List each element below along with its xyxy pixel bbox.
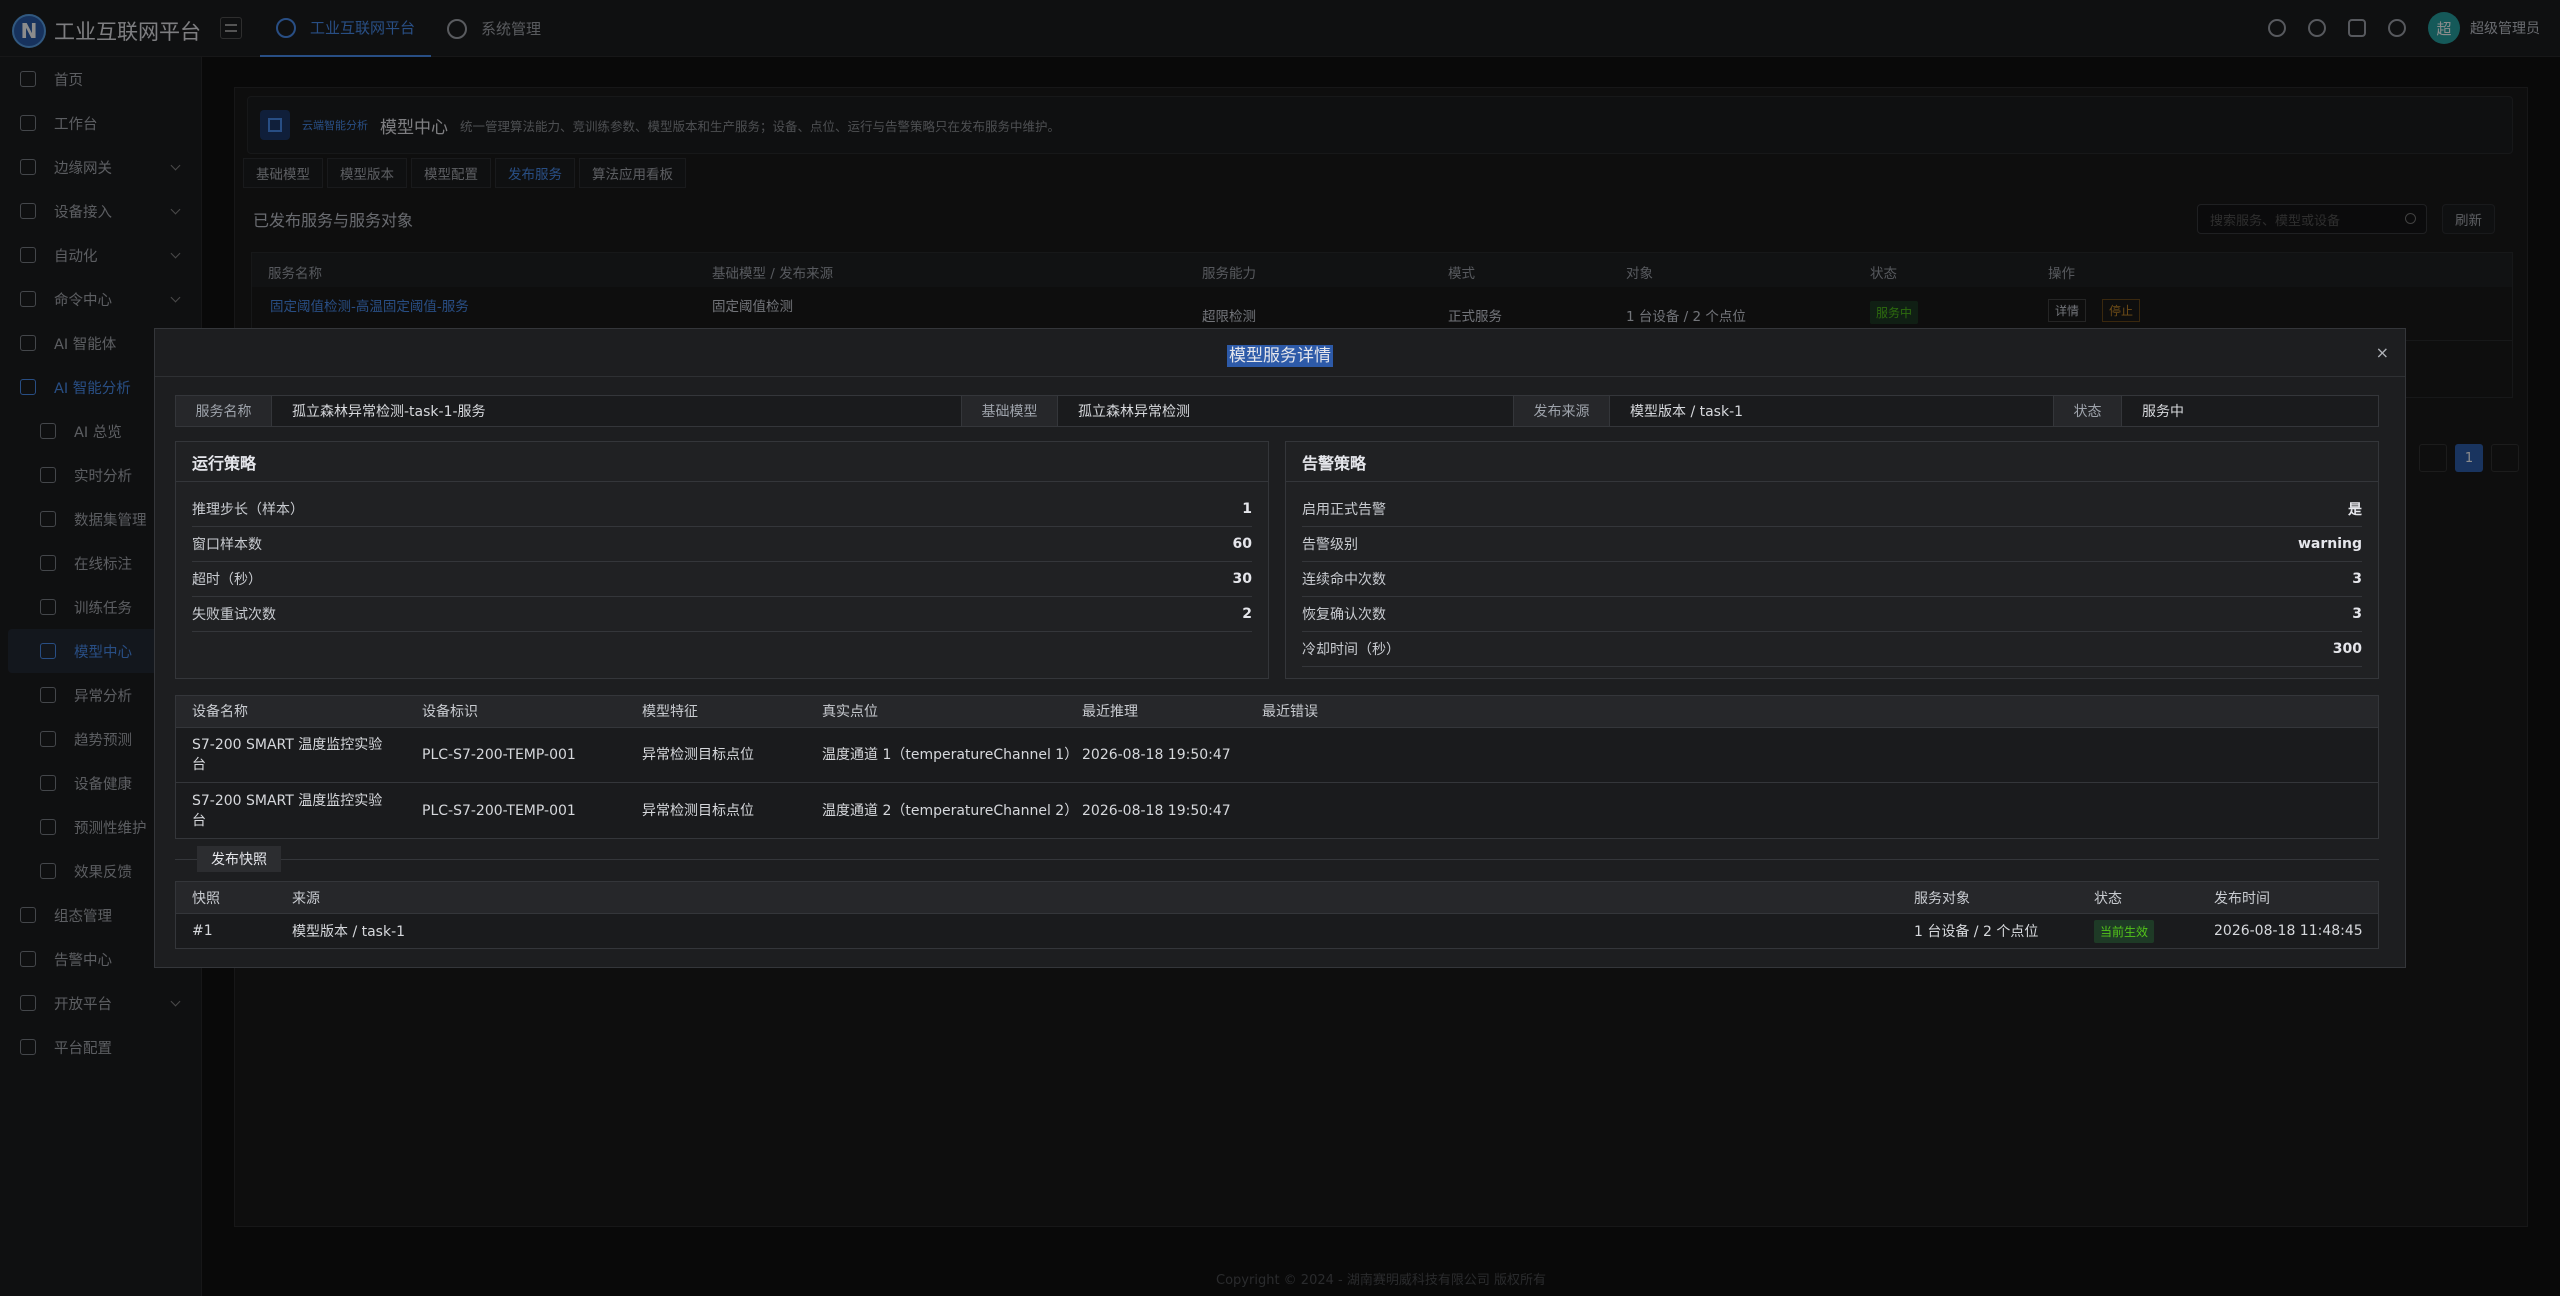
policy-key: 启用正式告警 <box>1302 502 1386 518</box>
divider <box>175 859 2379 860</box>
info-label: 基础模型 <box>962 396 1058 426</box>
policy-value: warning <box>2297 536 2362 552</box>
table-row: S7-200 SMART 温度监控实验台 PLC-S7-200-TEMP-001 异… <box>176 728 2378 783</box>
policy-row: 窗口样本数 60 <box>192 527 1252 562</box>
policy-key: 恢复确认次数 <box>1302 607 1386 623</box>
table-cell: S7-200 SMART 温度监控实验台 <box>192 737 383 773</box>
policy-value: 3 <box>2352 571 2362 587</box>
policy-row: 启用正式告警 是 <box>1302 492 2362 527</box>
table-header: 快照 来源 服务对象 状态 发布时间 <box>176 882 2378 914</box>
status-badge: 当前生效 <box>2094 919 2155 943</box>
snapshot-table: 快照 来源 服务对象 状态 发布时间 #1 模型版本 / task-1 1 台设… <box>175 881 2379 949</box>
column-header: 最近错误 <box>1262 703 1318 720</box>
run-policy-list: 推理步长（样本） 1 窗口样本数 60 超时（秒） 30 失败重试次数 2 <box>176 482 1268 632</box>
table-cell: 温度通道 2（temperatureChannel 2） <box>822 802 1079 819</box>
table-cell: PLC-S7-200-TEMP-001 <box>422 747 576 763</box>
service-detail-modal: 模型服务详情 × 服务名称 孤立森林异常检测-task-1-服务 基础模型 孤立… <box>154 328 2406 968</box>
info-label: 发布来源 <box>1514 396 1610 426</box>
policy-key: 冷却时间（秒） <box>1302 642 1400 658</box>
policy-row: 冷却时间（秒） 300 <box>1302 632 2362 667</box>
snapshot-label: 发布快照 <box>197 846 281 872</box>
snapshot-status-wrap: 当前生效 <box>2094 914 2155 948</box>
modal-title: 模型服务详情 <box>1227 345 1333 367</box>
column-header: 发布时间 <box>2214 890 2270 907</box>
service-info: 服务名称 孤立森林异常检测-task-1-服务 基础模型 孤立森林异常检测 发布… <box>175 395 2379 427</box>
column-header: 最近推理 <box>1082 703 1138 720</box>
table-cell: S7-200 SMART 温度监控实验台 <box>192 792 383 829</box>
policy-key: 超时（秒） <box>192 572 262 588</box>
policy-row: 超时（秒） 30 <box>192 562 1252 597</box>
policy-row: 失败重试次数 2 <box>192 597 1252 632</box>
table-cell <box>1262 783 1562 838</box>
device-table: 设备名称 设备标识 模型特征 真实点位 最近推理 最近错误 S7-200 SMA… <box>175 695 2379 839</box>
column-header: 设备名称 <box>192 703 248 720</box>
info-label: 服务名称 <box>176 396 272 426</box>
snapshot-target: 1 台设备 / 2 个点位 <box>1914 924 2039 940</box>
table-cell: 异常检测目标点位 <box>642 747 754 763</box>
device-rows: S7-200 SMART 温度监控实验台 PLC-S7-200-TEMP-001 异… <box>176 728 2378 838</box>
alarm-policy-list: 启用正式告警 是告警级别 warning 连续命中次数 3 恢复确认次数 3 冷却时间（秒） 3… <box>1286 482 2378 667</box>
column-header: 来源 <box>292 890 320 907</box>
info-label: 状态 <box>2054 396 2122 426</box>
policy-value: 3 <box>2352 606 2362 622</box>
snapshot-id: #1 <box>192 923 213 939</box>
info-value: 孤立森林异常检测 <box>1058 396 1514 426</box>
modal-header: 模型服务详情 × <box>155 329 2405 377</box>
table-cell: 温度通道 1（temperatureChannel 1） <box>822 747 1079 763</box>
card-title: 告警策略 <box>1286 442 2378 482</box>
policy-key: 推理步长（样本） <box>192 502 304 518</box>
policy-row: 恢复确认次数 3 <box>1302 597 2362 632</box>
column-header: 快照 <box>192 890 220 907</box>
policy-value: 300 <box>2332 641 2362 657</box>
policy-key: 失败重试次数 <box>192 607 276 623</box>
table-header: 设备名称 设备标识 模型特征 真实点位 最近推理 最近错误 <box>176 696 2378 728</box>
policy-key: 告警级别 <box>1302 537 1358 553</box>
run-policy-card: 运行策略 推理步长（样本） 1 窗口样本数 60 超时（秒） 30 失败重试次数 2 <box>175 441 1269 679</box>
policy-key: 窗口样本数 <box>192 537 262 553</box>
info-value: 模型版本 / task-1 <box>1610 396 2054 426</box>
info-value: 服务中 <box>2122 396 2378 426</box>
policy-row: 连续命中次数 3 <box>1302 562 2362 597</box>
snapshot-time: 2026-08-18 11:48:45 <box>2214 923 2363 939</box>
table-row: #1 模型版本 / task-1 1 台设备 / 2 个点位 当前生效 2026… <box>176 914 2378 948</box>
column-header: 状态 <box>2094 890 2122 907</box>
policy-value: 1 <box>1242 501 1252 517</box>
table-cell: 2026-08-18 19:50:47 <box>1082 747 1231 763</box>
column-header: 真实点位 <box>822 703 878 720</box>
column-header: 服务对象 <box>1914 890 1970 907</box>
snapshot-source: 模型版本 / task-1 <box>292 924 406 940</box>
policy-key: 连续命中次数 <box>1302 572 1386 588</box>
policy-row: 推理步长（样本） 1 <box>192 492 1252 527</box>
column-header: 设备标识 <box>422 703 478 720</box>
info-value: 孤立森林异常检测-task-1-服务 <box>272 396 962 426</box>
table-cell: PLC-S7-200-TEMP-001 <box>422 802 576 819</box>
table-cell <box>1262 728 1562 782</box>
table-cell: 异常检测目标点位 <box>642 802 754 819</box>
policy-value: 30 <box>1232 571 1252 587</box>
card-title: 运行策略 <box>176 442 1268 482</box>
policy-value: 2 <box>1242 606 1252 622</box>
policy-value: 60 <box>1232 536 1252 552</box>
close-icon[interactable]: × <box>2376 343 2389 362</box>
table-row: S7-200 SMART 温度监控实验台 PLC-S7-200-TEMP-001 异… <box>176 783 2378 838</box>
table-cell: 2026-08-18 19:50:47 <box>1082 802 1231 819</box>
policy-value: 是 <box>2348 502 2362 518</box>
alarm-policy-card: 告警策略 启用正式告警 是告警级别 warning 连续命中次数 3 恢复确认次数 3 冷却时… <box>1285 441 2379 679</box>
column-header: 模型特征 <box>642 703 698 720</box>
modal-title-wrap: 模型服务详情 <box>155 341 2405 367</box>
policy-row: 告警级别 warning <box>1302 527 2362 562</box>
